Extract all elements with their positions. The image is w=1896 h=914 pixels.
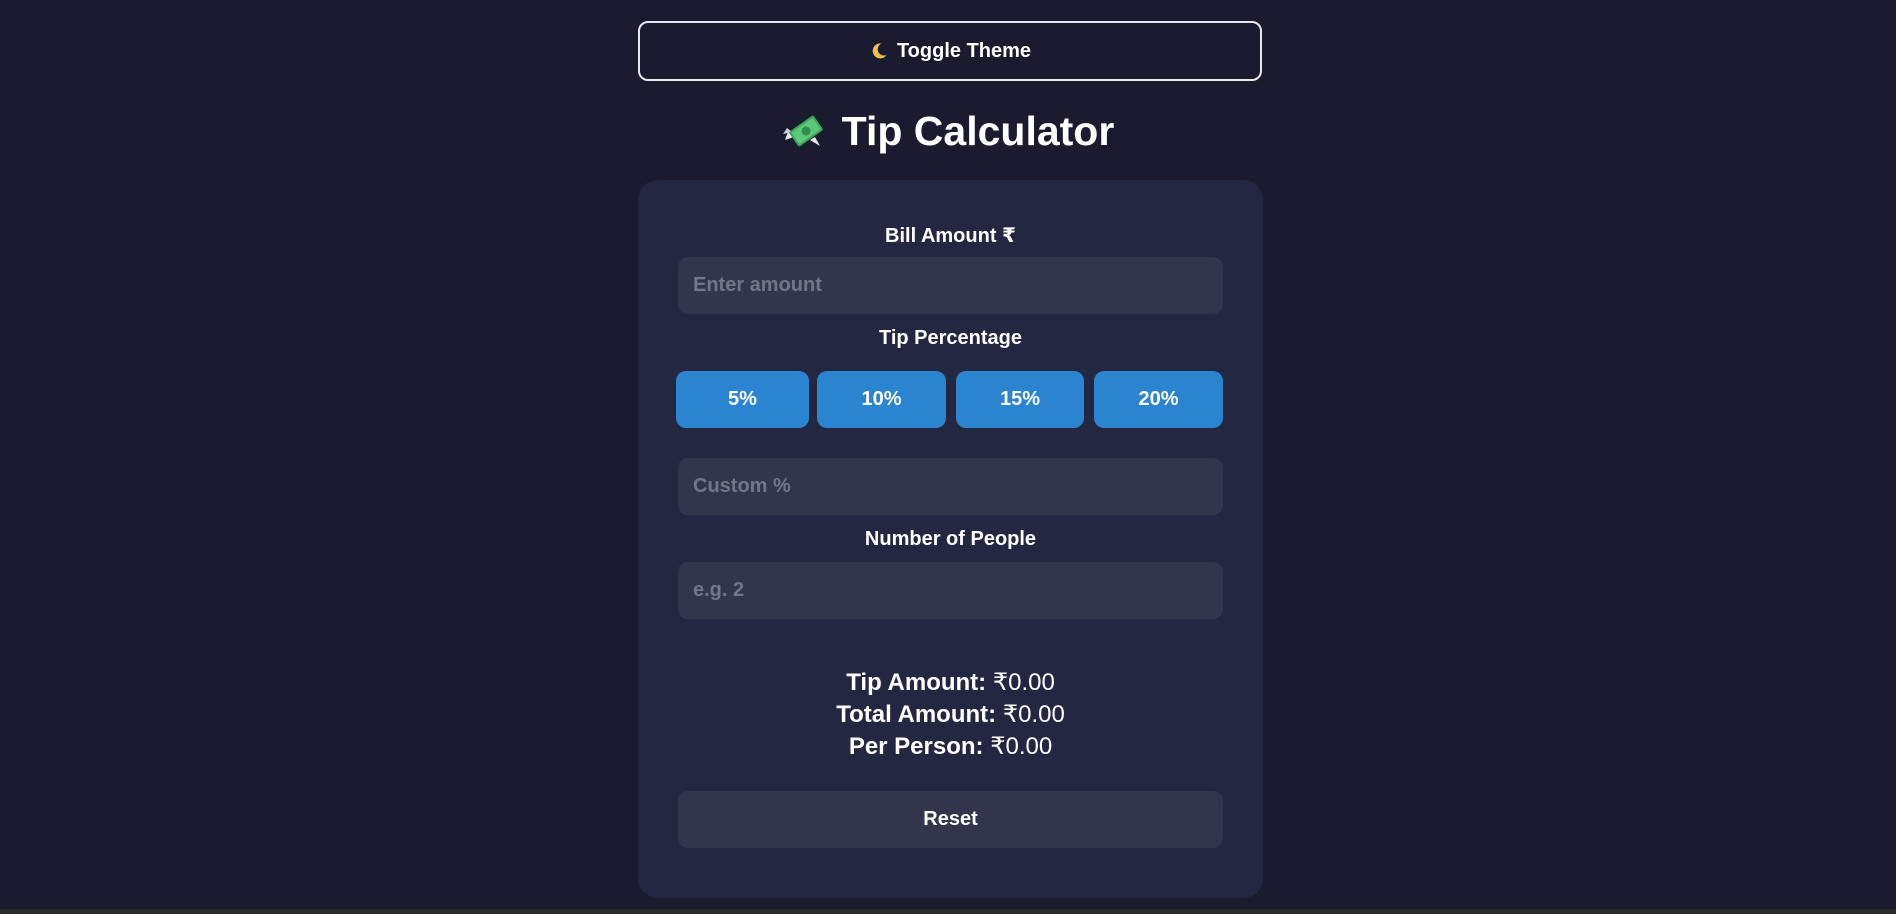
per-person-value: ₹0.00 xyxy=(990,733,1053,760)
results-panel: Tip Amount: ₹0.00 Total Amount: ₹0.00 Pe… xyxy=(638,667,1263,763)
moon-icon xyxy=(872,43,887,59)
people-input[interactable] xyxy=(678,562,1223,619)
money-with-wings-icon xyxy=(782,115,823,147)
reset-button[interactable]: Reset xyxy=(678,791,1223,848)
per-person-row: Per Person: ₹0.00 xyxy=(638,731,1263,763)
tip-amount-label: Tip Amount: xyxy=(846,669,987,696)
tip-20-button[interactable]: 20% xyxy=(1094,371,1223,428)
tip-amount-value: ₹0.00 xyxy=(992,669,1055,696)
tip-15-button[interactable]: 15% xyxy=(956,371,1084,428)
tip-10-button[interactable]: 10% xyxy=(817,371,946,428)
tip-amount-row: Tip Amount: ₹0.00 xyxy=(638,667,1263,699)
page: Toggle Theme Tip Calculator Bill Amount … xyxy=(0,0,1896,914)
toggle-theme-label: Toggle Theme xyxy=(896,39,1032,62)
number-of-people-label: Number of People xyxy=(864,528,1037,550)
bill-amount-label: Bill Amount ₹ xyxy=(885,225,1016,247)
bill-amount-input[interactable] xyxy=(678,257,1223,314)
bottom-divider xyxy=(0,909,1896,914)
per-person-label: Per Person: xyxy=(848,733,984,760)
page-title-text: Tip Calculator xyxy=(841,107,1115,154)
total-amount-value: ₹0.00 xyxy=(1002,701,1065,728)
total-amount-label: Total Amount: xyxy=(836,701,997,728)
tip-percentage-label: Tip Percentage xyxy=(878,327,1023,349)
page-title: Tip Calculator xyxy=(0,100,1896,162)
toggle-theme-button[interactable]: Toggle Theme xyxy=(638,21,1262,81)
total-amount-row: Total Amount: ₹0.00 xyxy=(638,699,1263,731)
calculator-card: Bill Amount ₹ Tip Percentage 5% 10% 15% … xyxy=(638,180,1263,898)
tip-5-button[interactable]: 5% xyxy=(676,371,809,428)
custom-tip-input[interactable] xyxy=(678,458,1223,515)
